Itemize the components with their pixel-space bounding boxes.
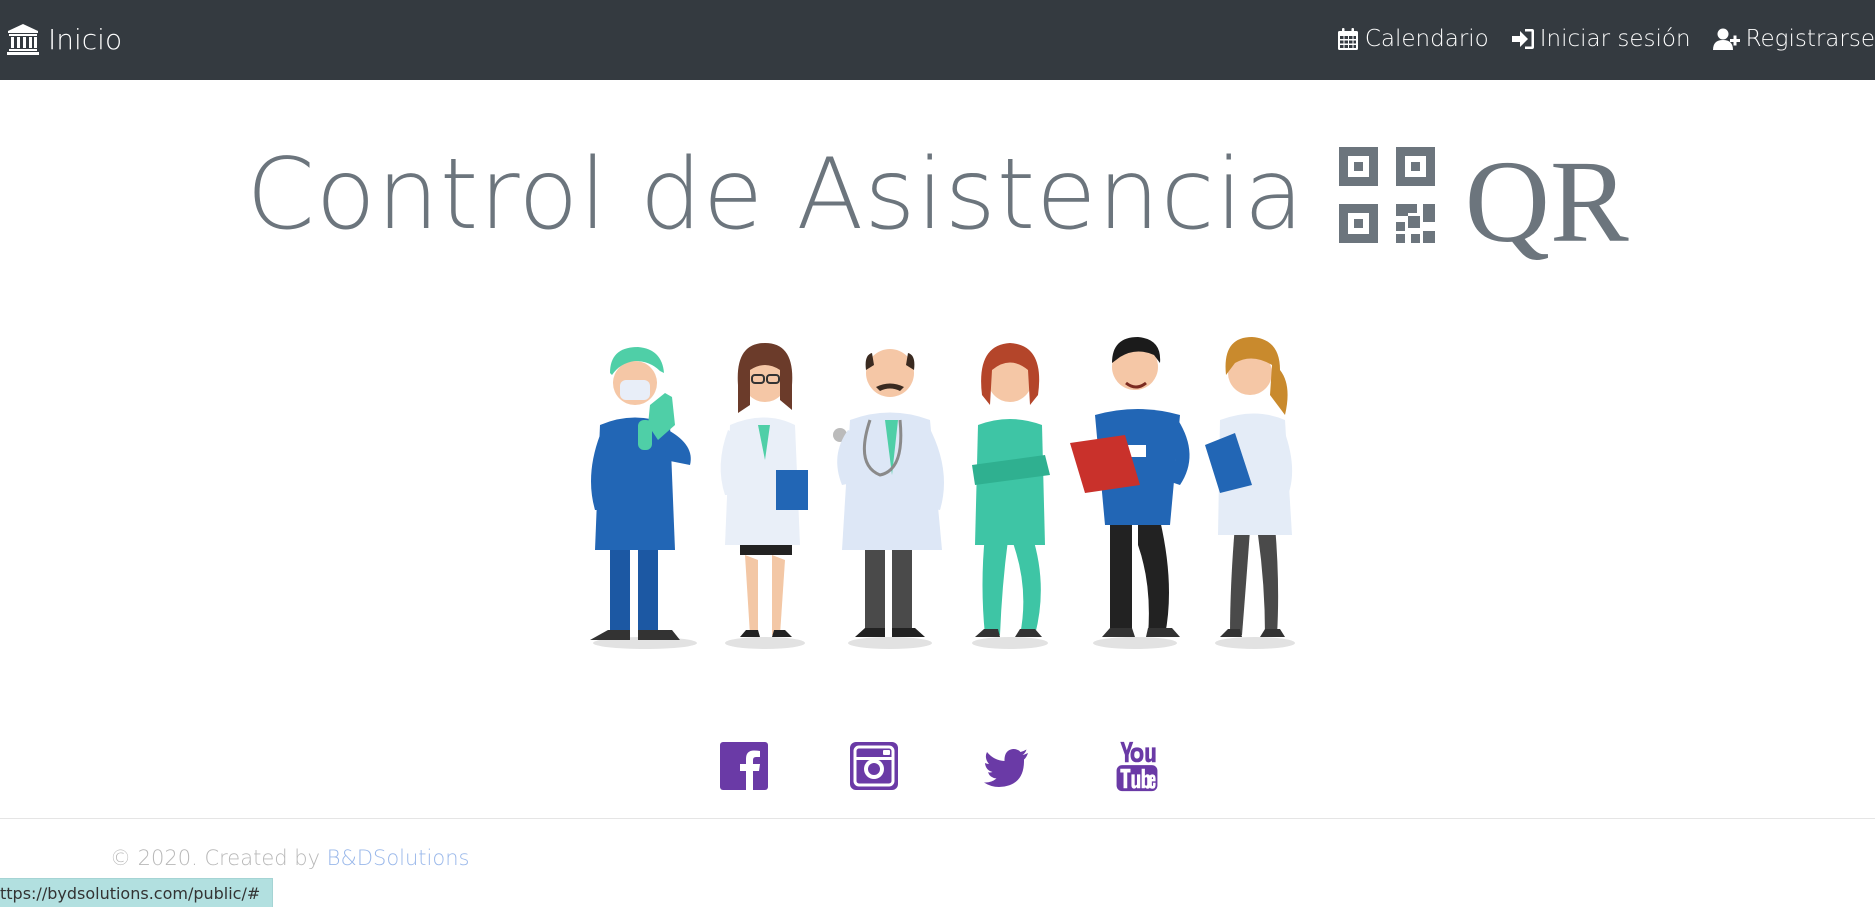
nav-label-registrarse: Registrarse bbox=[1745, 26, 1875, 52]
nav-item-iniciar-sesion[interactable]: Iniciar sesión bbox=[1511, 26, 1691, 52]
instagram-link[interactable] bbox=[850, 738, 898, 794]
page-title: Control de Asistencia bbox=[246, 138, 1305, 252]
hero: Control de Asistencia QR bbox=[0, 120, 1875, 270]
doctor-clipboard-figure bbox=[1070, 337, 1190, 637]
qrcode-icon bbox=[1338, 147, 1435, 243]
status-url: ttps://bydsolutions.com/public/# bbox=[0, 883, 261, 903]
surgeon-figure bbox=[590, 347, 691, 640]
facebook-link[interactable] bbox=[720, 738, 768, 794]
instagram-icon bbox=[850, 742, 898, 790]
nav-label-calendario: Calendario bbox=[1364, 26, 1489, 52]
sign-in-icon bbox=[1511, 29, 1534, 49]
twitter-link[interactable] bbox=[982, 738, 1030, 794]
nav-label-iniciar-sesion: Iniciar sesión bbox=[1539, 26, 1691, 52]
calendar-icon bbox=[1337, 28, 1358, 50]
footer-divider bbox=[0, 818, 1875, 819]
medical-staff-illustration bbox=[590, 337, 1295, 649]
brand-home-link[interactable]: Inicio bbox=[6, 16, 122, 62]
brand-label: Inicio bbox=[48, 22, 123, 56]
university-icon bbox=[7, 24, 39, 55]
navbar: Inicio Calendario Iniciar sesión Registr… bbox=[0, 0, 1875, 80]
nav-item-registrarse[interactable]: Registrarse bbox=[1712, 26, 1875, 52]
social-links bbox=[0, 738, 1875, 794]
doctor-blonde-figure bbox=[1205, 337, 1293, 637]
footer: © 2020. Created by B&DSolutions bbox=[110, 846, 469, 870]
qr-label: QR bbox=[1464, 136, 1629, 267]
nav-item-calendario[interactable]: Calendario bbox=[1336, 26, 1489, 52]
user-plus-icon bbox=[1712, 28, 1740, 50]
doctor-stethoscope-figure bbox=[833, 349, 944, 637]
navbar-right: Calendario Iniciar sesión Registrarse bbox=[1314, 16, 1875, 62]
facebook-icon bbox=[720, 742, 768, 790]
doctor-woman-glasses-figure bbox=[720, 343, 808, 637]
youtube-icon bbox=[1116, 741, 1158, 792]
company-link[interactable]: B&DSolutions bbox=[327, 846, 470, 870]
twitter-icon bbox=[984, 748, 1028, 787]
nurse-green-scrubs-figure bbox=[972, 343, 1050, 637]
youtube-link[interactable] bbox=[1113, 738, 1161, 794]
copyright-text: © 2020. Created by bbox=[110, 846, 327, 870]
browser-status-bar: ttps://bydsolutions.com/public/# bbox=[0, 878, 274, 907]
